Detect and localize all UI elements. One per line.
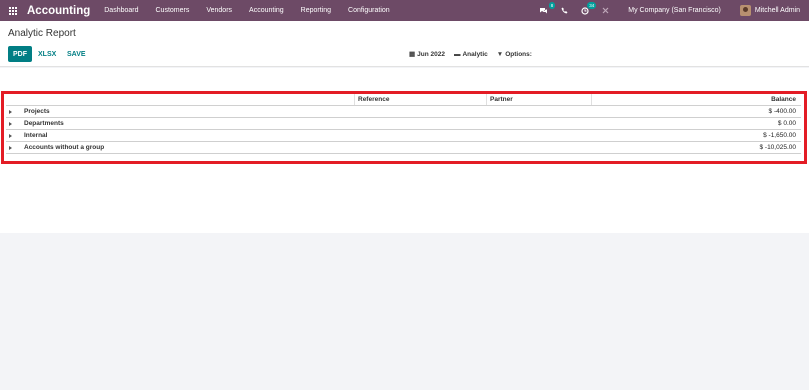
activity-badge: 34 xyxy=(587,1,597,9)
messages-icon[interactable]: 8 xyxy=(539,1,556,15)
menu-configuration[interactable]: Configuration xyxy=(348,7,390,14)
options-filter[interactable]: ▼ Options: xyxy=(497,51,532,58)
control-panel: Analytic Report PDF XLSX SAVE ▦ Jun 2022… xyxy=(0,21,809,67)
user-menu[interactable]: Mitchell Admin xyxy=(755,7,800,14)
filter-icon: ▼ xyxy=(496,50,504,58)
company-switcher[interactable]: My Company (San Francisco) xyxy=(628,7,721,14)
user-avatar[interactable] xyxy=(739,5,751,16)
app-brand[interactable]: Accounting xyxy=(27,5,90,17)
calendar-icon: ▦ xyxy=(409,51,416,58)
menu-reporting[interactable]: Reporting xyxy=(301,7,331,14)
report-filters: ▦ Jun 2022 ▬ Analytic ▼ Options: xyxy=(409,46,541,62)
folder-icon: ▬ xyxy=(453,50,461,58)
top-navbar: Accounting Dashboard Customers Vendors A… xyxy=(0,0,809,21)
messages-badge: 8 xyxy=(548,1,556,9)
page-title: Analytic Report xyxy=(8,28,76,39)
analytic-filter[interactable]: ▬ Analytic xyxy=(454,51,488,58)
menu-customers[interactable]: Customers xyxy=(156,7,190,14)
save-button[interactable]: SAVE xyxy=(61,46,92,62)
menu-dashboard[interactable]: Dashboard xyxy=(104,7,138,14)
apps-menu-icon[interactable] xyxy=(2,0,24,21)
menu-vendors[interactable]: Vendors xyxy=(206,7,232,14)
analytic-filter-label: Analytic xyxy=(462,50,488,58)
highlight-box xyxy=(1,91,807,164)
activity-clock-icon[interactable]: 34 xyxy=(581,1,597,15)
date-filter-label: Jun 2022 xyxy=(417,50,445,58)
menu-accounting[interactable]: Accounting xyxy=(249,7,284,14)
date-filter[interactable]: ▦ Jun 2022 xyxy=(409,50,445,59)
phone-icon[interactable] xyxy=(561,7,568,14)
pdf-button[interactable]: PDF xyxy=(8,46,32,62)
debug-tools-icon[interactable] xyxy=(602,7,609,14)
xlsx-button[interactable]: XLSX xyxy=(32,46,62,62)
options-filter-label: Options: xyxy=(505,50,532,58)
